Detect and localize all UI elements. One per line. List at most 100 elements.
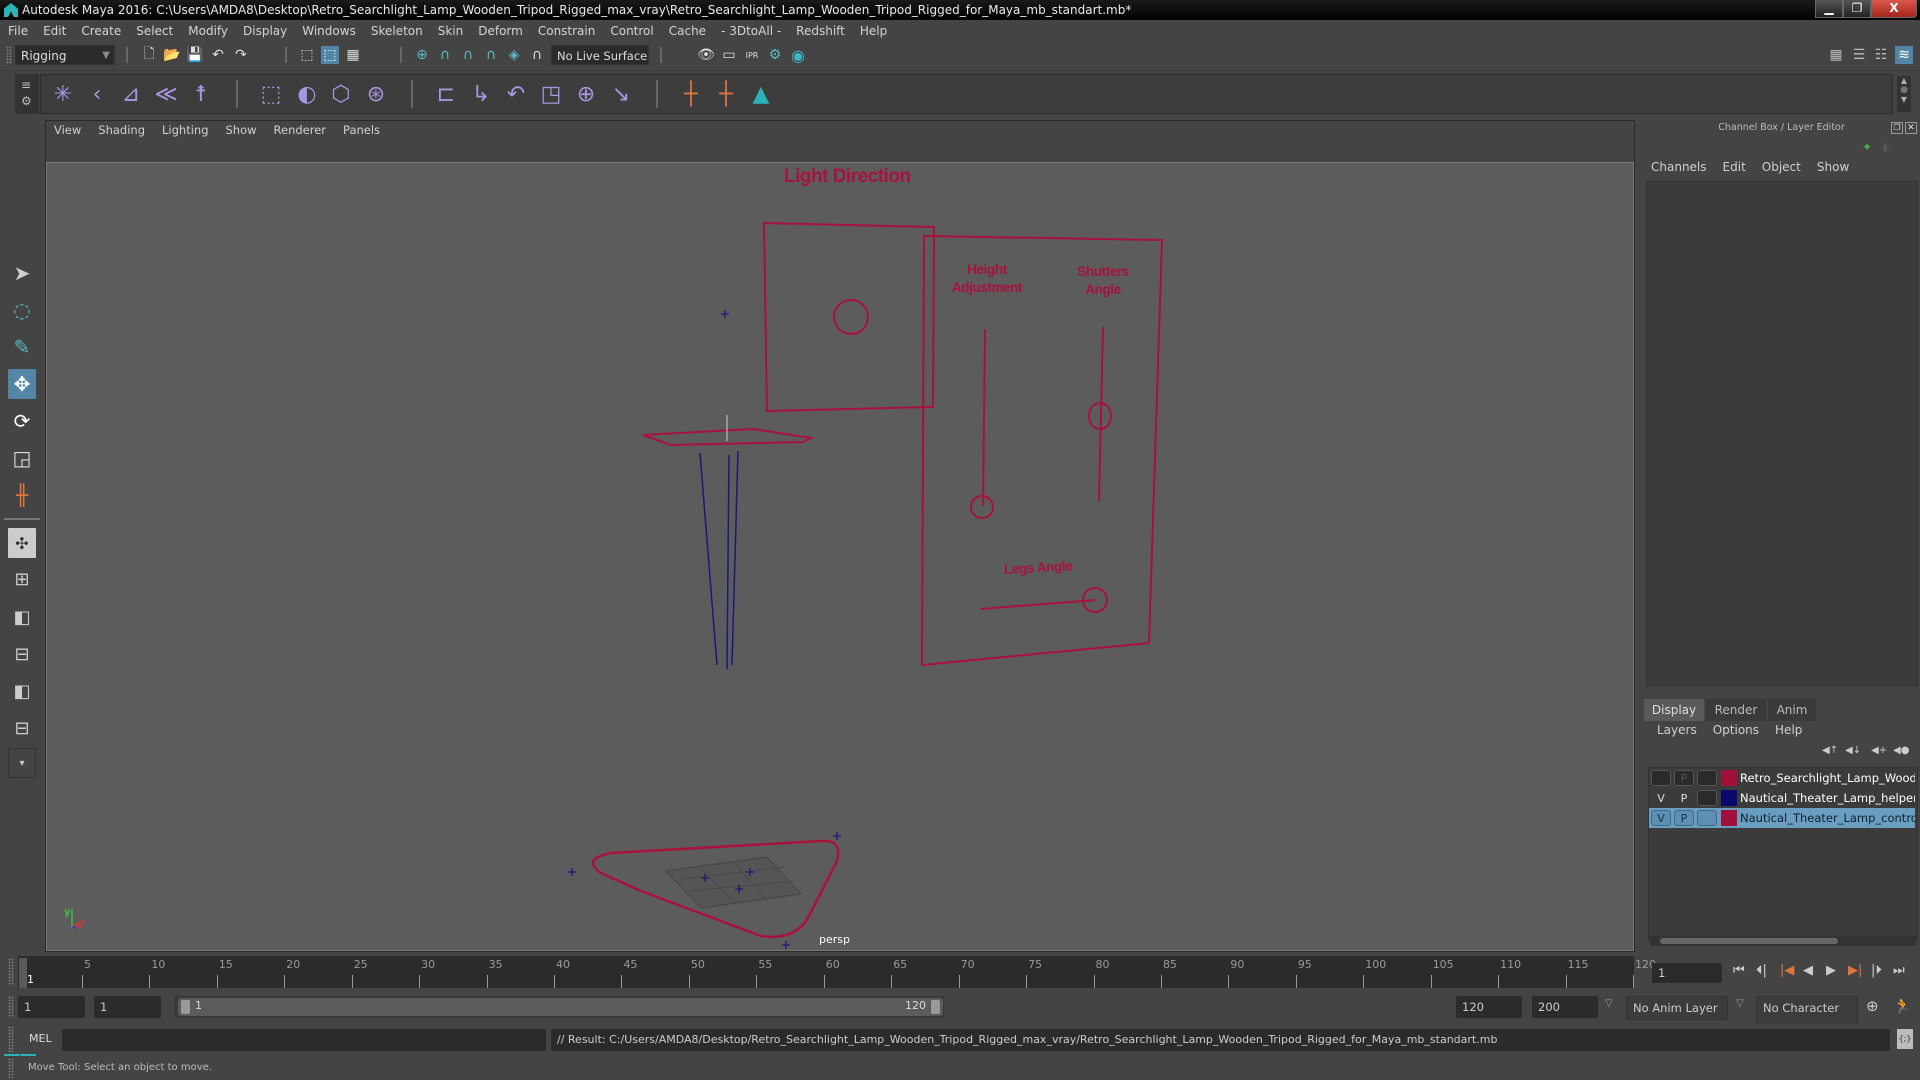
menu-deform[interactable]: Deform [478, 24, 523, 38]
end-frame-field[interactable]: 200 [1532, 996, 1598, 1018]
hypershade-icon[interactable]: ◉ [789, 46, 807, 65]
channel-box-menu-channels[interactable]: Channels [1651, 160, 1707, 180]
ik-handle-icon[interactable]: ⊿ [116, 82, 146, 108]
toolbar-grip[interactable] [6, 46, 12, 64]
select-object-icon[interactable]: ⬚ [321, 46, 339, 64]
layer-display-type-toggle[interactable] [1697, 770, 1717, 786]
shelf-settings-icon[interactable]: ⚙ [21, 94, 32, 108]
parent-constraint-icon[interactable]: ⊏ [431, 82, 461, 108]
panel-menu-panels[interactable]: Panels [343, 123, 380, 137]
scale-constraint-icon[interactable]: ◳ [536, 82, 566, 108]
go-to-end-icon[interactable]: ⏭ [1893, 963, 1905, 978]
step-back-frame-icon[interactable]: |◀ [1780, 963, 1794, 978]
current-frame-marker[interactable] [19, 958, 27, 988]
menu-3dtoall[interactable]: - 3DtoAll - [721, 24, 781, 38]
start-frame-field[interactable]: 1 [18, 996, 85, 1018]
save-scene-icon[interactable]: 💾 [186, 46, 204, 64]
anim-layer-dropdown-arrow[interactable]: ▽ [1605, 998, 1613, 1009]
layer-visibility-toggle[interactable] [1651, 770, 1671, 786]
playback-start-field[interactable]: 1 [94, 996, 161, 1018]
scroll-thumb[interactable]: ● [1897, 85, 1911, 95]
scrollbar-thumb[interactable] [1660, 938, 1838, 944]
new-layer-selected-icon[interactable]: ◀● [1893, 745, 1909, 756]
insert-joint-icon[interactable]: ‹ [82, 82, 112, 108]
panel-menu-show[interactable]: Show [226, 123, 257, 137]
current-frame-field[interactable]: 1 [1652, 963, 1722, 983]
layer-color-swatch[interactable] [1721, 770, 1737, 786]
rotate-tool-icon[interactable]: ⟳ [8, 406, 36, 436]
float-panel-icon[interactable]: ❐ [1891, 122, 1903, 134]
tab-render[interactable]: Render [1706, 699, 1766, 721]
four-view-layout-icon[interactable]: ⊞ [8, 564, 36, 594]
ik-spline-icon[interactable]: ≪ [151, 82, 181, 108]
modeling-toolkit-icon[interactable]: ▦ [1827, 46, 1845, 64]
menu-modify[interactable]: Modify [188, 24, 228, 38]
snap-curve-icon[interactable]: ∩ [436, 46, 454, 64]
channel-box-menu-object[interactable]: Object [1762, 160, 1801, 180]
outliner-layout-icon[interactable]: ◧ [8, 676, 36, 706]
menu-file[interactable]: File [8, 24, 28, 38]
layer-row[interactable]: P Retro_Searchlight_Lamp_Wooden_ [1649, 768, 1915, 788]
character-set-dropdown-arrow[interactable]: ▽ [1736, 998, 1744, 1009]
tab-display[interactable]: Display [1644, 699, 1704, 721]
move-layer-up-icon[interactable]: ◀↑ [1822, 745, 1838, 756]
redo-icon[interactable]: ↷ [232, 46, 250, 64]
locator-link-icon[interactable]: ┼ [711, 82, 741, 108]
menu-help[interactable]: Help [860, 24, 887, 38]
layer-playback-toggle[interactable]: P [1674, 790, 1694, 806]
tab-anim[interactable]: Anim [1768, 699, 1816, 721]
paint-select-tool-icon[interactable]: ✎ [8, 332, 36, 362]
graph-editor-layout-icon[interactable]: ⊟ [8, 639, 36, 669]
menu-cache[interactable]: Cache [669, 24, 706, 38]
script-editor-icon[interactable]: {;} [1897, 1029, 1913, 1049]
speed-icon[interactable]: ◐ [1882, 140, 1892, 154]
last-tool-icon[interactable]: ╫ [8, 480, 36, 510]
manipulator-axis-icon[interactable]: ✦ [1862, 140, 1872, 154]
script-language-toggle[interactable]: MEL [29, 1032, 52, 1045]
layer-color-swatch[interactable] [1721, 810, 1737, 826]
cluster-icon[interactable]: ⊛ [361, 82, 391, 108]
scroll-up-icon[interactable]: ▲ [1897, 76, 1911, 85]
3dtoall-icon[interactable]: ▲ [746, 82, 776, 108]
menu-skin[interactable]: Skin [438, 24, 464, 38]
auto-key-icon[interactable]: ⊕ [1866, 997, 1879, 1015]
layer-menu-help[interactable]: Help [1775, 723, 1802, 737]
move-tool-icon[interactable]: ✥ [8, 369, 36, 399]
undo-icon[interactable]: ↶ [209, 46, 227, 64]
menu-windows[interactable]: Windows [302, 24, 356, 38]
snap-grid-icon[interactable]: ⊕ [413, 46, 431, 64]
maximize-button[interactable]: ❐ [1843, 0, 1871, 18]
layer-visibility-toggle[interactable]: V [1651, 810, 1671, 826]
layer-display-type-toggle[interactable] [1697, 790, 1717, 806]
range-slider[interactable] [178, 998, 943, 1016]
lasso-tool-icon[interactable]: ◌ [8, 295, 36, 325]
channel-box-menu-show[interactable]: Show [1817, 160, 1849, 180]
menu-display[interactable]: Display [243, 24, 287, 38]
new-empty-layer-icon[interactable]: ◀+ [1871, 745, 1887, 756]
play-forwards-icon[interactable]: ▶ [1826, 963, 1836, 978]
create-joint-icon[interactable]: ✳ [48, 82, 78, 108]
panel-menu-lighting[interactable]: Lighting [162, 123, 208, 137]
pole-vector-constraint-icon[interactable]: ↘ [606, 82, 636, 108]
anim-layer-dropdown[interactable]: No Anim Layer [1626, 996, 1728, 1020]
layer-playback-toggle[interactable]: P [1674, 770, 1694, 786]
play-backwards-icon[interactable]: ◀ [1803, 963, 1813, 978]
go-to-start-icon[interactable]: ⏮ [1733, 963, 1745, 978]
minimize-button[interactable]: ▁ [1815, 0, 1843, 18]
make-live-icon[interactable]: ∩ [528, 46, 546, 64]
humanik-icon[interactable]: ☨ [186, 82, 216, 108]
command-input[interactable] [62, 1029, 546, 1051]
single-perspective-layout-icon[interactable]: ✣ [8, 528, 36, 558]
layer-menu-layers[interactable]: Layers [1657, 723, 1697, 737]
menu-create[interactable]: Create [81, 24, 121, 38]
menu-control[interactable]: Control [610, 24, 653, 38]
panel-menu-shading[interactable]: Shading [98, 123, 145, 137]
render-current-icon[interactable]: ▭ [720, 46, 738, 64]
lattice-icon[interactable]: ⬡ [326, 82, 356, 108]
tool-settings-icon[interactable]: ☷ [1872, 46, 1890, 64]
layer-visibility-toggle[interactable]: V [1651, 790, 1671, 806]
outliner-persp-layout-icon[interactable]: ◧ [8, 602, 36, 632]
orient-constraint-icon[interactable]: ↶ [501, 82, 531, 108]
open-scene-icon[interactable]: 📂 [163, 46, 181, 64]
layer-row[interactable]: V P Nautical_Theater_Lamp_helpers [1649, 788, 1915, 808]
